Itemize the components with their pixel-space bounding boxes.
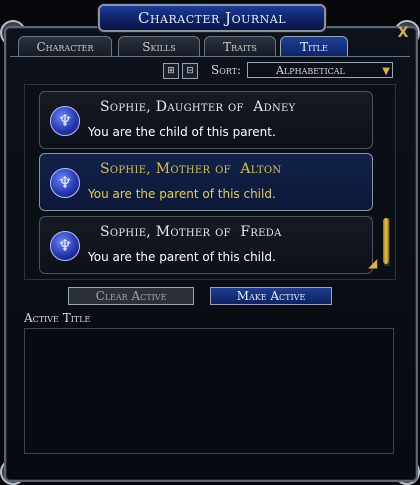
title-description: You are the parent of this child. <box>88 187 276 201</box>
title-name: Sophie, Mother of Alton <box>100 161 282 177</box>
chevron-down-icon[interactable]: ▼ <box>382 64 390 80</box>
resize-handle-icon[interactable]: ◢ <box>368 256 382 270</box>
tab-title[interactable]: Title <box>280 36 348 57</box>
window-title[interactable]: Character Journal <box>98 4 326 32</box>
active-title-box <box>24 328 394 454</box>
sort-label: Sort: <box>211 63 242 77</box>
expand-all-icon[interactable]: ⊞ <box>163 63 179 79</box>
tab-traits[interactable]: Traits <box>204 36 276 57</box>
title-name: Sophie, Mother of Freda <box>100 224 282 240</box>
white-tree-icon: ♆ <box>50 231 80 261</box>
title-name: Sophie, Daughter of Adney <box>100 99 296 115</box>
white-tree-icon: ♆ <box>50 168 80 198</box>
title-list-item[interactable]: ♆ Sophie, Daughter of Adney You are the … <box>39 91 373 149</box>
active-title-label: Active Title <box>24 311 91 325</box>
title-list: ♆ Sophie, Daughter of Adney You are the … <box>24 84 396 280</box>
close-button[interactable]: X <box>394 24 412 42</box>
tab-character[interactable]: Character <box>18 36 112 57</box>
make-active-button[interactable]: Make Active <box>210 287 332 305</box>
title-description: You are the child of this parent. <box>88 125 276 139</box>
sort-value: Alphabetical <box>276 64 345 77</box>
title-list-item-selected[interactable]: ♆ Sophie, Mother of Alton You are the pa… <box>39 153 373 211</box>
title-list-item[interactable]: ♆ Sophie, Mother of Freda You are the pa… <box>39 216 373 274</box>
collapse-all-icon[interactable]: ⊟ <box>182 63 198 79</box>
tab-skills[interactable]: Skills <box>118 36 200 57</box>
clear-active-button[interactable]: Clear Active <box>68 287 194 305</box>
title-description: You are the parent of this child. <box>88 250 276 264</box>
tab-divider <box>10 56 410 57</box>
scrollbar-thumb[interactable] <box>383 218 389 264</box>
sort-dropdown[interactable]: Alphabetical ▼ <box>247 62 393 78</box>
white-tree-icon: ♆ <box>50 106 80 136</box>
